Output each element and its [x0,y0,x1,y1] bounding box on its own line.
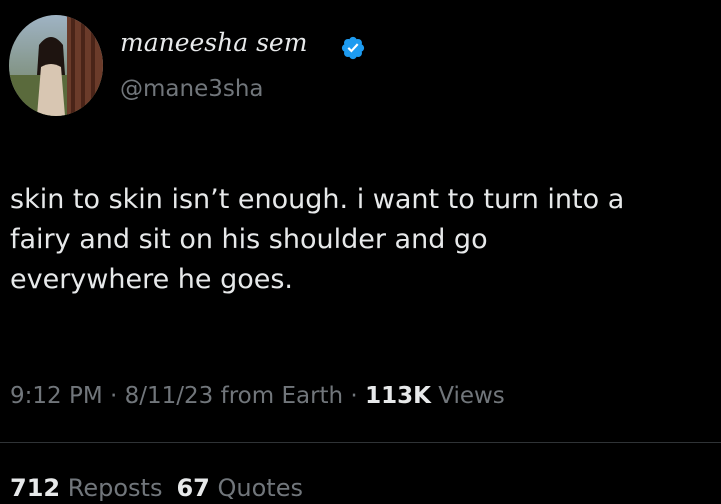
separator: · [343,383,366,409]
avatar[interactable] [9,15,103,116]
tweet-source: from Earth [213,383,344,409]
display-name[interactable]: maneesha sem [120,30,307,55]
tweet-card: maneesha sem @mane3sha skin to skin isn’… [0,0,721,504]
profile-photo-icon [9,15,103,116]
views-label: Views [430,383,505,409]
tweet-line: fairy and sit on his shoulder and go [10,224,488,255]
quotes-count: 67 [176,474,210,502]
reposts-label: Reposts [67,474,163,502]
quotes-label: Quotes [217,474,303,502]
tweet-metadata: 9:12 PM · 8/11/23 from Earth · 113K View… [10,385,505,408]
reposts-link[interactable]: 712 Reposts [10,474,162,502]
separator: · [102,383,125,409]
tweet-line: skin to skin isn’t enough. i want to tur… [10,184,625,215]
divider [0,442,721,443]
user-handle[interactable]: @mane3sha [120,78,264,101]
engagement-stats: 712 Reposts 67 Quotes [10,476,303,500]
tweet-line: everywhere he goes. [10,264,294,295]
reposts-count: 712 [10,474,61,502]
timestamp-time[interactable]: 9:12 PM [10,383,103,409]
verified-badge-icon [341,36,365,60]
tweet-text: skin to skin isn’t enough. i want to tur… [10,180,721,300]
views-count: 113K [365,383,431,409]
timestamp-date[interactable]: 8/11/23 [125,383,214,409]
quotes-link[interactable]: 67 Quotes [176,474,303,502]
